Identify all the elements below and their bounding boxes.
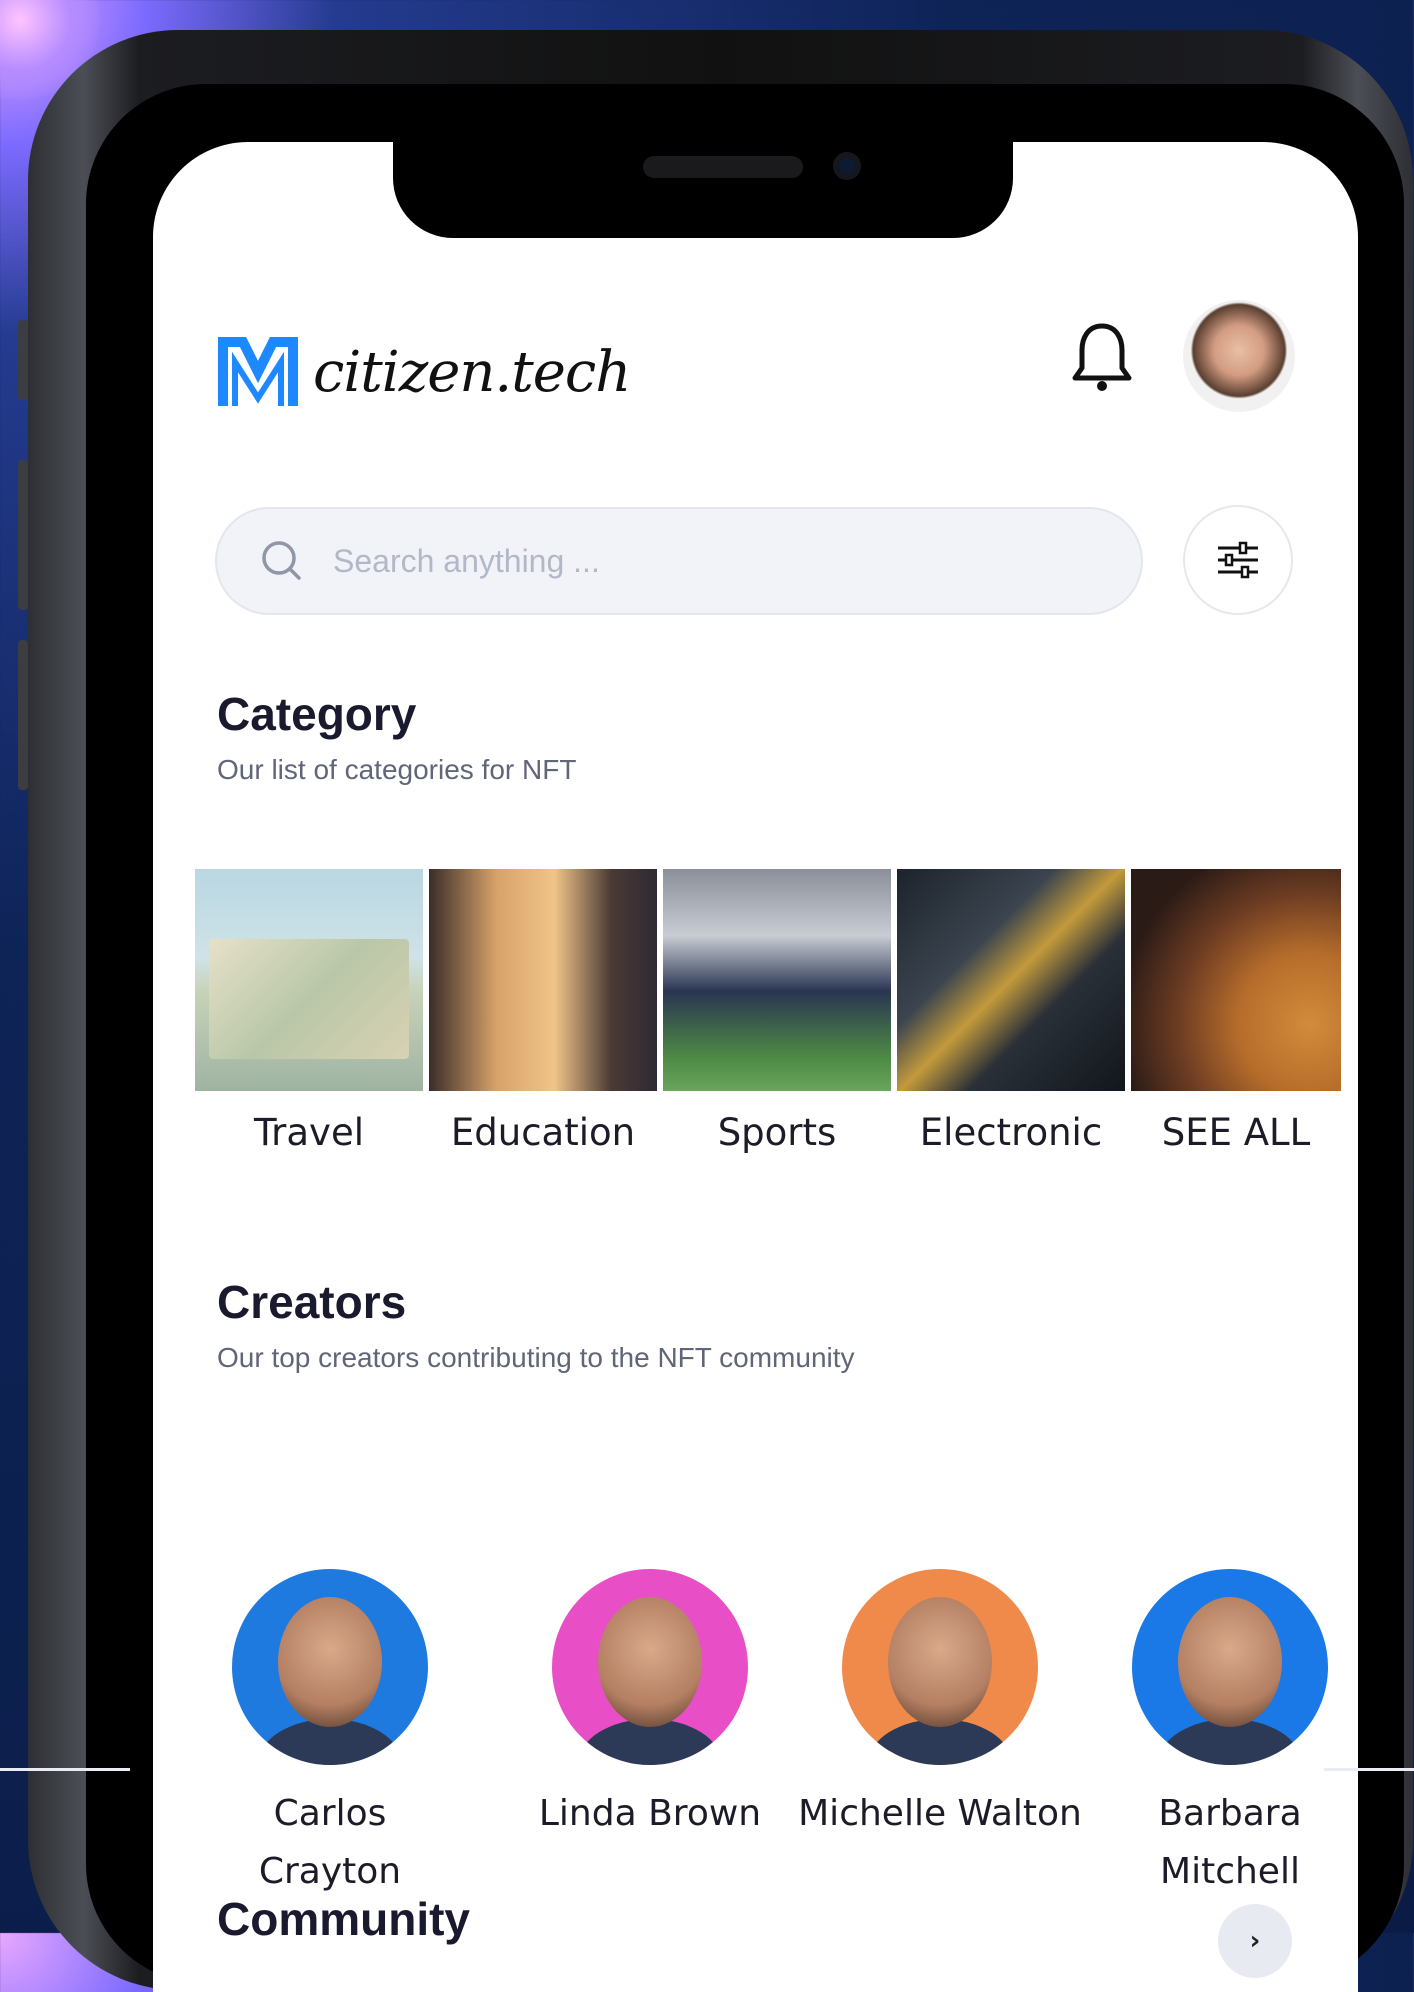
bell-icon[interactable] [1071, 320, 1133, 398]
category-label: Travel [254, 1111, 364, 1154]
creator-name: Barbara Mitchell [1158, 1793, 1302, 1892]
creator-card[interactable]: Michelle Walton [795, 1569, 1085, 1901]
phone-frame: citizen.tech Search anything ... Categor… [18, 30, 1413, 1992]
category-image [663, 869, 891, 1091]
creator-card[interactable]: Carlos Crayton [215, 1569, 445, 1901]
creator-card[interactable]: Linda Brown [505, 1569, 795, 1901]
front-camera [833, 152, 861, 180]
category-image [1131, 869, 1341, 1091]
creators-subtitle: Our top creators contributing to the NFT… [217, 1342, 855, 1373]
search-bar[interactable] [215, 507, 1143, 615]
phone-notch [393, 142, 1013, 238]
creator-avatar [842, 1569, 1038, 1765]
user-avatar[interactable] [1183, 300, 1295, 412]
app-logo[interactable]: citizen.tech [217, 332, 631, 412]
category-image [897, 869, 1125, 1091]
divider-line [0, 1768, 130, 1771]
sliders-icon [1218, 541, 1258, 579]
logo-text: citizen.tech [313, 339, 631, 405]
category-item-travel[interactable]: Travel [195, 869, 423, 1154]
side-button [18, 320, 28, 400]
category-subtitle: Our list of categories for NFT [217, 754, 577, 785]
category-item-electronic[interactable]: Electronic [897, 869, 1125, 1154]
community-title: Community [217, 1893, 470, 1945]
creators-list: Carlos Crayton Linda Brown Michelle Walt… [215, 1569, 1358, 1901]
category-image [195, 869, 423, 1091]
creator-name: Carlos Crayton [258, 1793, 402, 1892]
category-item-sports[interactable]: Sports [663, 869, 891, 1154]
filter-button[interactable] [1183, 505, 1293, 615]
creator-name: Linda Brown [538, 1793, 762, 1834]
creator-avatar [552, 1569, 748, 1765]
category-list: Travel Education Sports Electronic SEE A… [195, 869, 1341, 1154]
category-item-education[interactable]: Education [429, 869, 657, 1154]
divider-line [1324, 1768, 1414, 1771]
creators-title: Creators [217, 1276, 407, 1328]
app-screen: citizen.tech Search anything ... Categor… [153, 142, 1358, 1992]
category-label: Education [450, 1111, 636, 1154]
chevron-right-icon[interactable]: › [1218, 1904, 1292, 1978]
speaker-grille [643, 156, 803, 178]
creator-avatar [232, 1569, 428, 1765]
phone-bezel: citizen.tech Search anything ... Categor… [86, 84, 1404, 1992]
search-input[interactable] [331, 541, 1035, 581]
see-all-label: SEE ALL [1161, 1111, 1311, 1154]
category-image [429, 869, 657, 1091]
side-button [18, 640, 28, 790]
category-title: Category [217, 688, 417, 740]
logo-m-icon [218, 337, 298, 406]
category-label: Electronic [919, 1111, 1103, 1154]
search-icon [262, 541, 301, 580]
side-button [18, 460, 28, 610]
category-label: Sports [717, 1111, 837, 1154]
creator-avatar [1132, 1569, 1328, 1765]
creator-card[interactable]: Barbara Mitchell [1085, 1569, 1358, 1901]
creator-name: Michelle Walton [798, 1793, 1082, 1834]
category-see-all[interactable]: SEE ALL [1131, 869, 1341, 1154]
